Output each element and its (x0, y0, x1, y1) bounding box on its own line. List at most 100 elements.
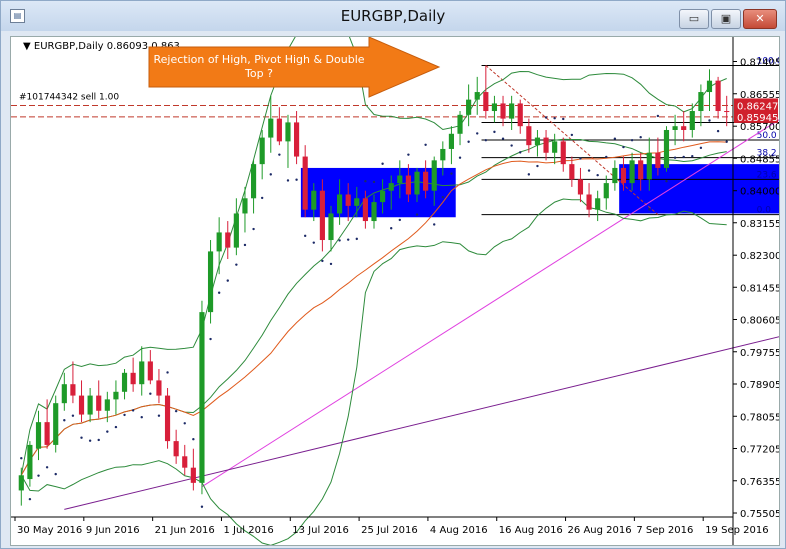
parabolic-sar-dot (88, 439, 92, 442)
candle-body (388, 183, 394, 191)
fibonacci-level-label: 23.6 (757, 170, 777, 180)
parabolic-sar-dot (648, 208, 651, 211)
parabolic-sar-dot (682, 155, 685, 159)
candle-body (509, 103, 515, 119)
chart-window: ▤ EURGBP,Daily ▭ ▣ ✕ 100.061.850.038.223… (0, 0, 786, 549)
candle-body (620, 167, 627, 184)
candle-body (44, 422, 50, 445)
parabolic-sar-dot (252, 227, 255, 231)
price-tick-label: 0.84855 (740, 154, 779, 165)
parabolic-sar-dot (295, 178, 298, 181)
close-button[interactable]: ✕ (743, 9, 777, 29)
candle-body (646, 152, 652, 180)
candle-body (672, 126, 678, 130)
parabolic-sar-dot (372, 180, 376, 184)
candle-body (139, 361, 145, 385)
parabolic-sar-dot (501, 137, 505, 140)
time-tick-label: 25 Jul 2016 (361, 525, 418, 536)
candle-body (78, 395, 85, 415)
callout-arrow[interactable] (148, 36, 441, 98)
candle-body (603, 183, 609, 199)
parabolic-sar-dot (217, 291, 221, 294)
parabolic-sar-dot (278, 153, 281, 156)
minimize-button[interactable]: ▭ (679, 9, 709, 29)
parabolic-sar-dot (536, 164, 539, 168)
parabolic-sar-dot (467, 140, 470, 143)
time-tick-label: 9 Jun 2016 (86, 525, 140, 536)
time-tick-label: 16 Aug 2016 (499, 525, 563, 536)
candle-body (457, 114, 463, 134)
price-chart[interactable]: 100.061.850.038.223.60.0 0.874050.865550… (10, 17, 786, 546)
parabolic-sar-dot (63, 419, 66, 422)
candle-body (233, 213, 239, 248)
candle-body (259, 137, 265, 165)
parabolic-sar-dot (80, 436, 83, 439)
candle-body (207, 251, 214, 313)
candle-body (500, 103, 506, 119)
trendline-object[interactable] (64, 334, 786, 510)
parabolic-sar-dot (476, 132, 479, 135)
candle-body (698, 92, 704, 112)
parabolic-sar-dot (200, 505, 204, 508)
price-tick-label: 0.81455 (740, 283, 779, 294)
candle-body (199, 312, 205, 483)
parabolic-sar-dot (587, 169, 591, 172)
parabolic-sar-dot (269, 173, 272, 176)
price-tick-label: 0.75505 (740, 509, 779, 520)
candle-body (293, 122, 300, 157)
parabolic-sar-dot (390, 227, 393, 230)
candle-body (397, 175, 403, 184)
candle-body (474, 92, 480, 100)
candle-body (216, 232, 222, 252)
parabolic-sar-dot (131, 409, 135, 412)
parabolic-sar-dot (20, 456, 23, 460)
bollinger-lower-band (20, 198, 727, 546)
candle-body (638, 160, 644, 180)
candle-body (354, 198, 360, 206)
parabolic-sar-dot (570, 133, 574, 137)
parabolic-sar-dot (321, 259, 324, 263)
candle-body (414, 171, 420, 195)
candle-body (526, 126, 532, 146)
parabolic-sar-dot (149, 392, 152, 395)
candle-body (302, 156, 308, 210)
fibonacci-level-label: 0.0 (757, 206, 772, 216)
parabolic-sar-dot (243, 243, 247, 247)
parabolic-sar-dot (106, 430, 109, 433)
candle-body (405, 175, 411, 195)
price-tick-label: 0.82300 (740, 251, 779, 262)
callout-text: Rejection of High, Pivot High & Double (153, 53, 364, 66)
candle-body (577, 179, 584, 195)
parabolic-sar-dot (355, 237, 358, 241)
candle-body (61, 384, 67, 404)
candle-body (569, 164, 575, 180)
parabolic-sar-dot (364, 180, 367, 183)
window-titlebar[interactable]: ▤ EURGBP,Daily ▭ ▣ ✕ (1, 1, 785, 31)
time-tick-label: 4 Aug 2016 (430, 525, 488, 536)
parabolic-sar-dot (157, 414, 161, 417)
candle-body (276, 118, 282, 142)
price-tick-label: 0.80605 (740, 316, 779, 327)
candle-body (560, 141, 566, 165)
restore-button[interactable]: ▣ (711, 9, 741, 29)
chart-canvas[interactable]: 100.061.850.038.223.60.0 0.874050.865550… (11, 17, 786, 546)
candle-body (311, 190, 317, 210)
candle-body (586, 194, 592, 210)
parabolic-sar-dot (303, 234, 307, 238)
candle-body (663, 129, 670, 168)
parabolic-sar-dot (260, 196, 264, 200)
parabolic-sar-dot (579, 157, 582, 160)
price-tick-label: 0.87405 (740, 58, 779, 69)
price-tick-label: 0.79755 (740, 348, 779, 359)
candle-body (466, 99, 472, 115)
parabolic-sar-dot (484, 139, 488, 142)
bollinger-upper-band (20, 17, 727, 476)
candle-body (104, 399, 110, 411)
parabolic-sar-dot (613, 137, 617, 140)
candle-body (380, 190, 386, 203)
candle-body (27, 444, 33, 480)
candle-body (491, 103, 498, 112)
parabolic-sar-dot (346, 238, 350, 241)
parabolic-sar-dot (493, 130, 496, 134)
candle-body (225, 232, 231, 248)
